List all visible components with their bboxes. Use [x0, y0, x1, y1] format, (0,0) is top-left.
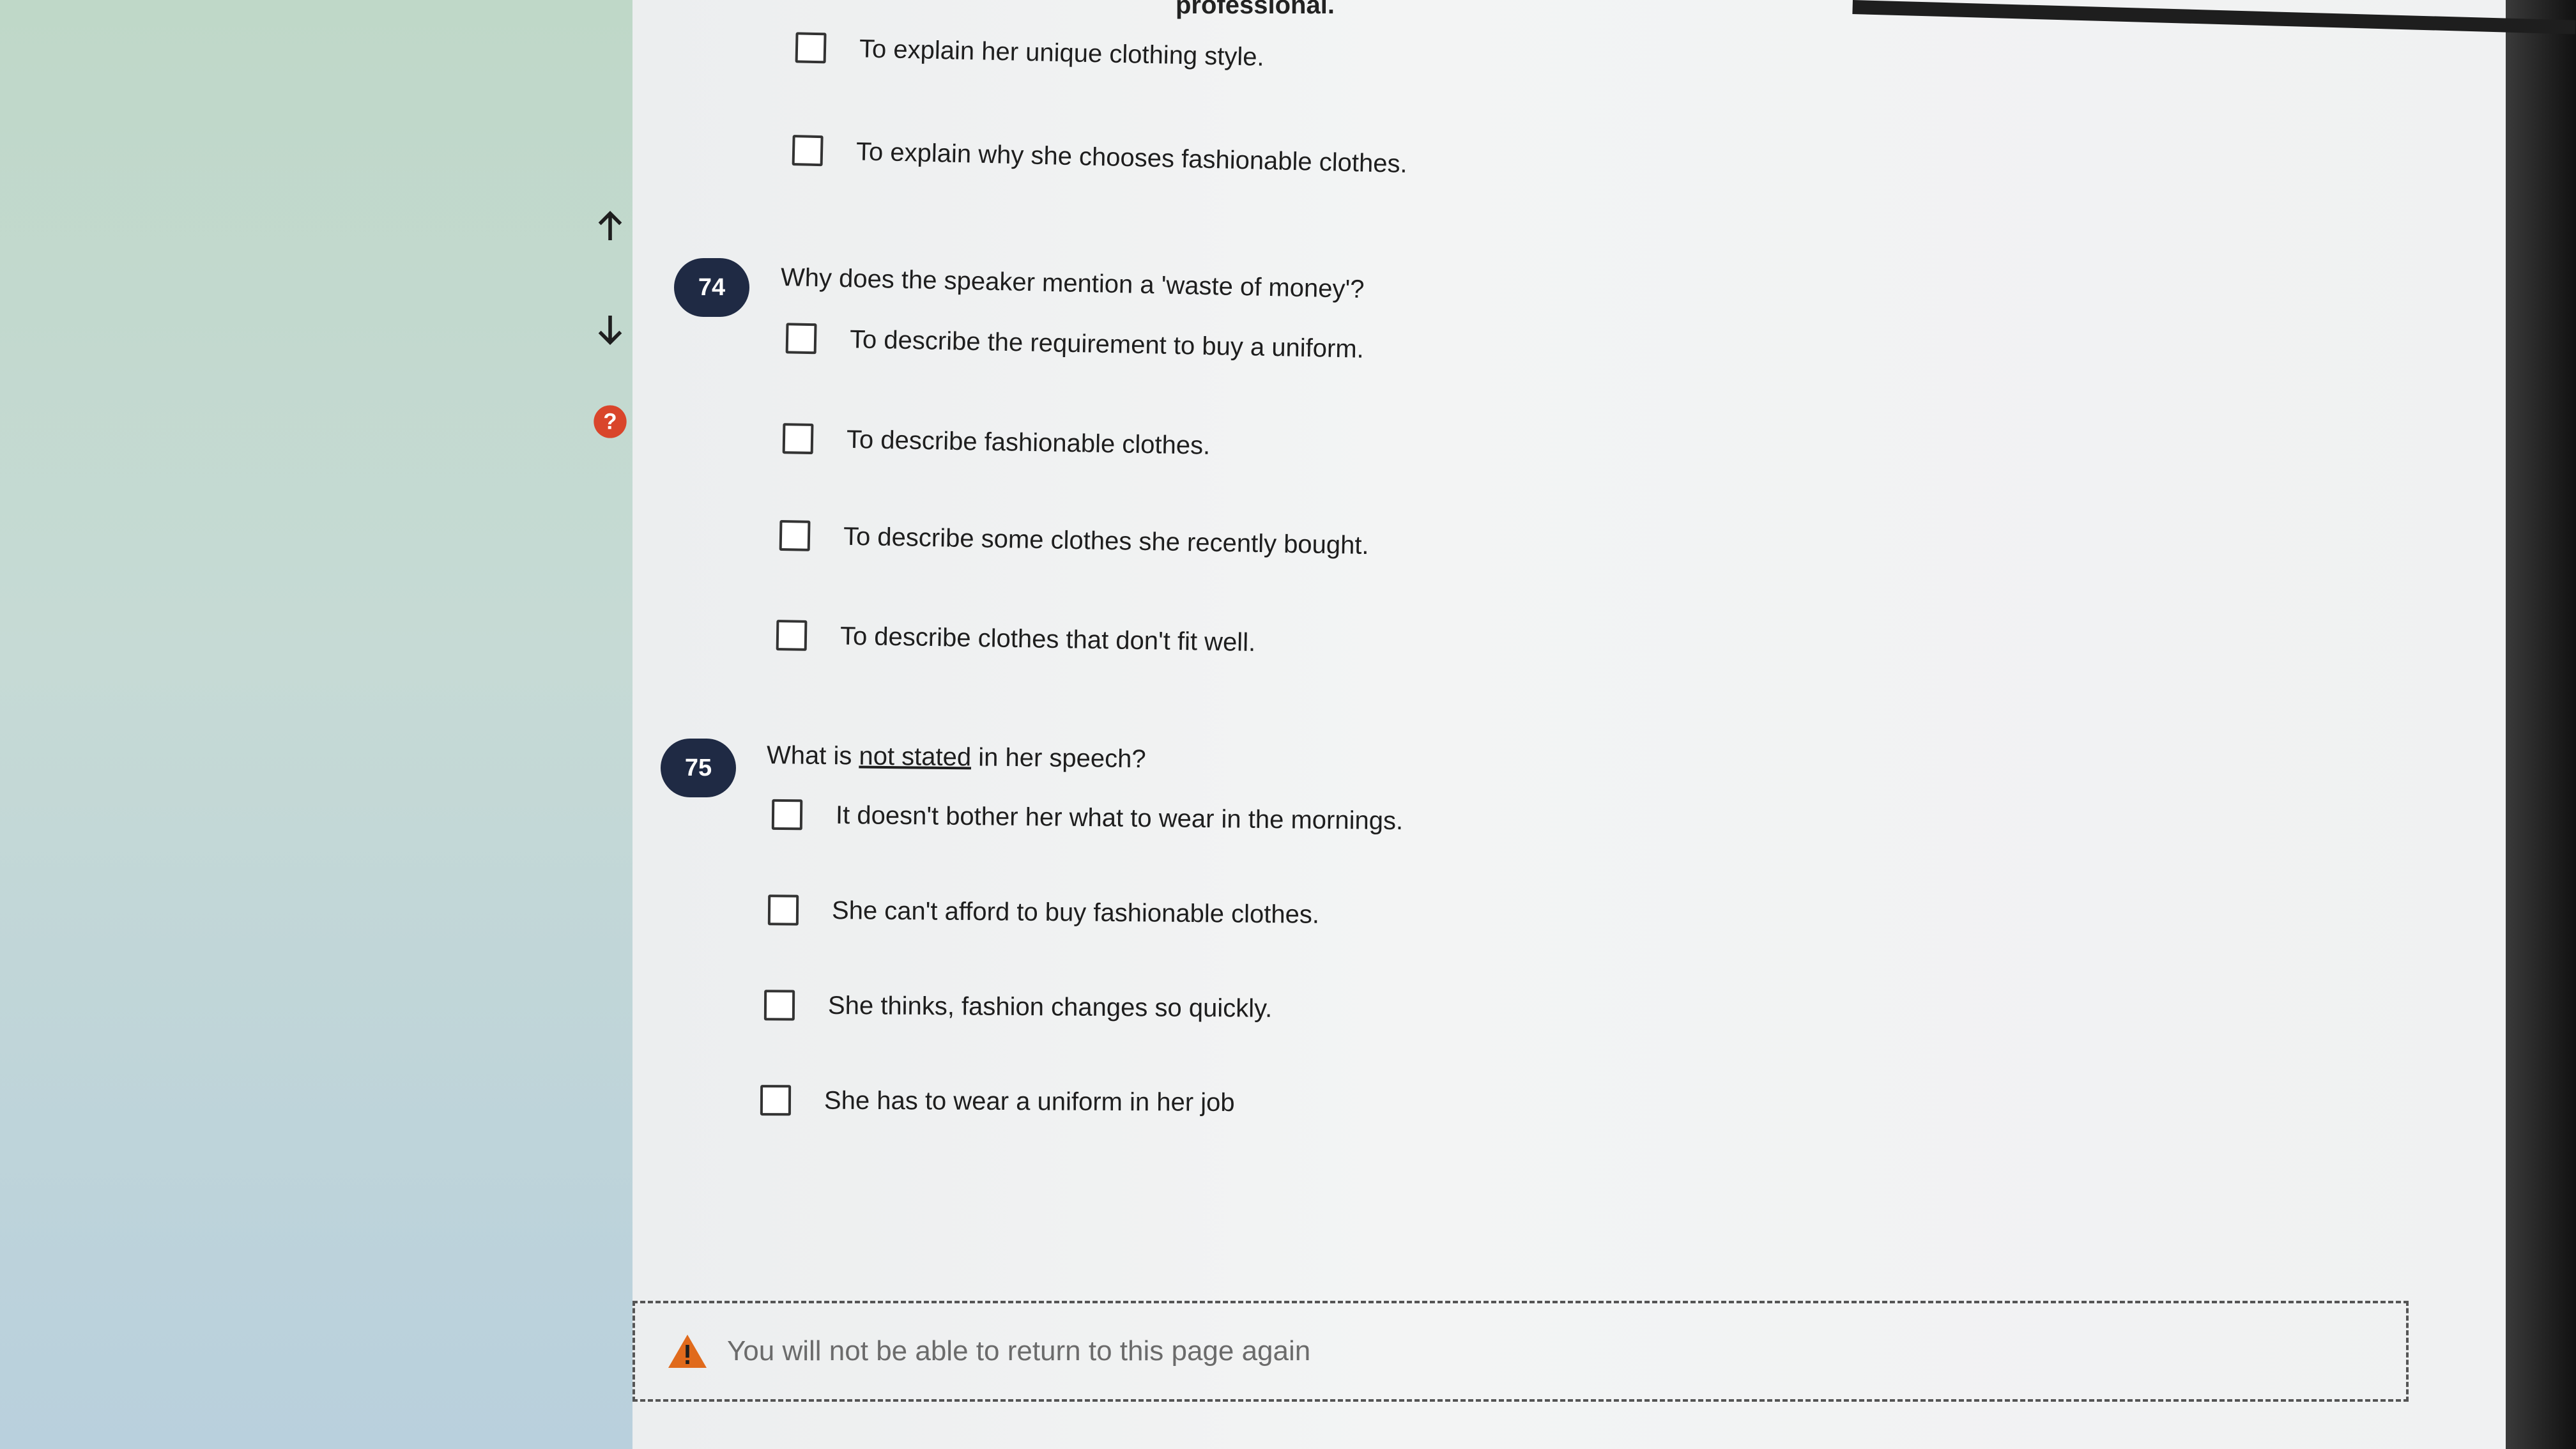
left-gutter	[0, 0, 639, 1449]
option-label: To describe clothes that don't fit well.	[839, 622, 1256, 657]
checkbox[interactable]	[785, 323, 817, 355]
checkbox[interactable]	[792, 135, 824, 167]
question-75-text: What is not stated in her speech?	[767, 741, 1146, 774]
option-75-4[interactable]: She has to wear a uniform in her job	[760, 1085, 1235, 1118]
option-label: She can't afford to buy fashionable clot…	[831, 896, 1320, 929]
option-label: She has to wear a uniform in her job	[824, 1086, 1235, 1117]
option-label: To describe fashionable clothes.	[846, 425, 1211, 460]
checkbox[interactable]	[776, 620, 808, 651]
warning-text: You will not be able to return to this p…	[727, 1335, 1311, 1367]
help-icon: ?	[594, 405, 627, 438]
checkbox[interactable]	[782, 423, 814, 454]
option-label: It doesn't bother her what to wear in th…	[835, 801, 1404, 835]
checkbox[interactable]	[763, 990, 795, 1021]
checkbox[interactable]	[795, 32, 827, 64]
question-75-text-after: in her speech?	[970, 743, 1146, 774]
question-number-badge: 74	[674, 258, 749, 317]
checkbox[interactable]	[767, 894, 799, 926]
warning-triangle-icon	[668, 1335, 707, 1368]
option-75-3[interactable]: She thinks, fashion changes so quickly.	[763, 990, 1273, 1024]
monitor-bezel	[2506, 0, 2576, 1449]
content-panel	[632, 0, 2524, 1449]
question-number-badge: 75	[661, 739, 736, 797]
checkbox[interactable]	[771, 799, 803, 831]
arrow-up-icon	[598, 211, 622, 240]
option-75-2[interactable]: She can't afford to buy fashionable clot…	[767, 894, 1320, 930]
svg-text:?: ?	[603, 410, 617, 434]
question-75-text-underlined: not stated	[859, 742, 972, 772]
question-75-text-before: What is	[766, 741, 859, 770]
previous-question-fragment: professional.	[1176, 0, 1335, 19]
help-button[interactable]: ?	[588, 399, 632, 444]
screen: professional. To explain her unique clot…	[0, 0, 2576, 1449]
checkbox[interactable]	[760, 1085, 792, 1116]
scroll-down-button[interactable]	[588, 307, 632, 351]
option-label: She thinks, fashion changes so quickly.	[827, 991, 1273, 1023]
checkbox[interactable]	[779, 519, 811, 551]
page-warning-banner: You will not be able to return to this p…	[632, 1301, 2409, 1402]
scroll-up-button[interactable]	[588, 204, 632, 249]
arrow-down-icon	[598, 316, 622, 345]
